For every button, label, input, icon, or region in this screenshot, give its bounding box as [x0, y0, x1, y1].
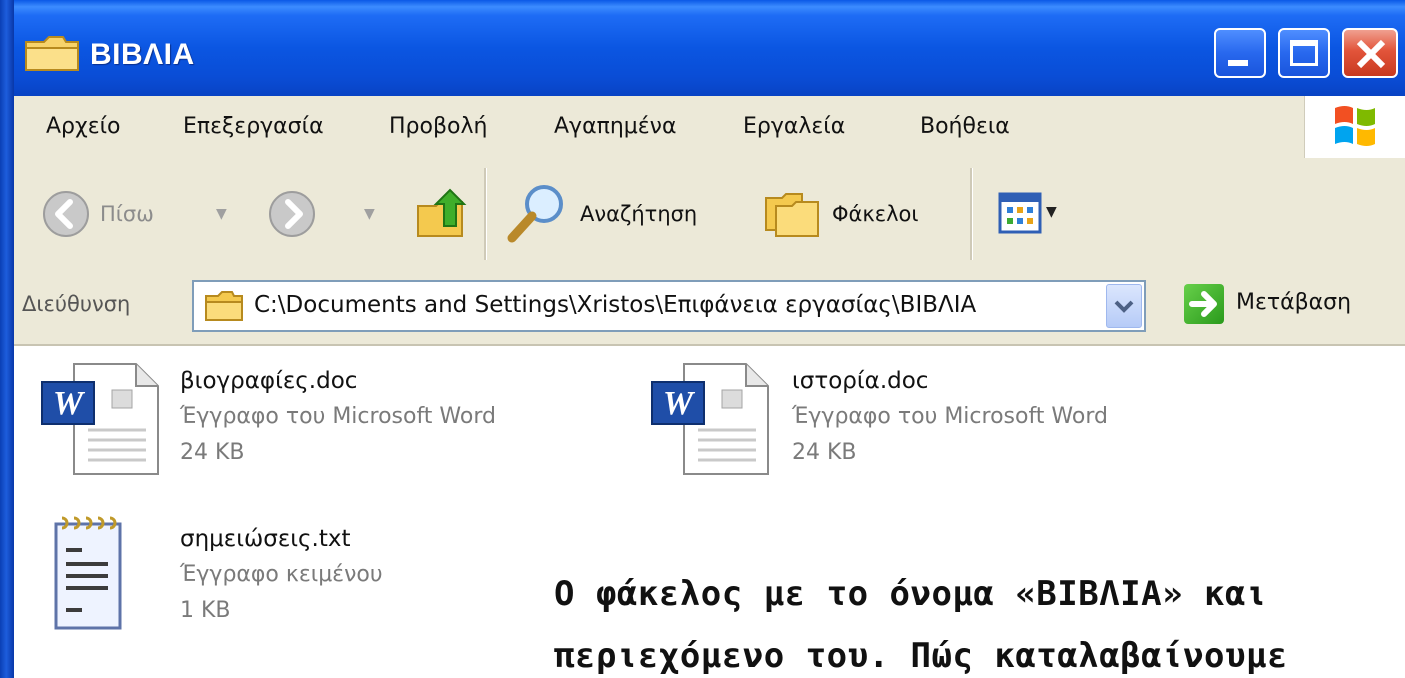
search-icon[interactable] [504, 180, 570, 246]
menu-help[interactable]: Βοήθεια [920, 114, 1010, 139]
file-name[interactable]: βιογραφίες.doc [180, 368, 357, 394]
text-document-icon [54, 516, 122, 630]
folder-icon [25, 36, 79, 71]
address-label: Διεύθυνση [22, 292, 131, 316]
caption-line: Ο φάκελος με το όνομα «ΒΙΒΛΙΑ» και [554, 574, 1267, 614]
toolbar-separator [484, 168, 487, 260]
views-icon[interactable] [998, 192, 1042, 234]
back-dropdown-icon[interactable]: ▼ [216, 206, 227, 222]
window-title: ΒΙΒΛΙΑ [90, 38, 195, 71]
menu-tools[interactable]: Εργαλεία [743, 114, 845, 139]
folders-button[interactable]: Φάκελοι [832, 202, 918, 226]
address-path: C:\Documents and Settings\Xristos\Επιφάν… [254, 292, 977, 318]
word-document-icon: W [651, 363, 769, 475]
file-type: Έγγραφο κειμένου [180, 562, 383, 587]
minimize-button[interactable] [1214, 28, 1266, 78]
menu-file[interactable]: Αρχείο [46, 114, 121, 139]
toolbar: Πίσω ▼ ▼ Αναζήτηση Φάκελοι ▼ [14, 158, 1405, 272]
go-label[interactable]: Μετάβαση [1236, 290, 1351, 315]
close-button[interactable] [1342, 28, 1398, 78]
word-document-icon: W [41, 363, 159, 475]
file-type: Έγγραφο του Microsoft Word [180, 404, 496, 429]
file-size: 24 KB [180, 440, 245, 465]
file-size: 24 KB [792, 440, 857, 465]
folder-up-icon[interactable] [414, 186, 470, 240]
back-arrow-icon[interactable] [42, 190, 90, 238]
windows-logo [1304, 96, 1405, 158]
windows-flag-icon [1335, 106, 1375, 146]
maximize-button[interactable] [1278, 28, 1330, 78]
title-bar[interactable]: ΒΙΒΛΙΑ [0, 0, 1405, 96]
menu-bar: Αρχείο Επεξεργασία Προβολή Αγαπημένα Εργ… [14, 96, 1405, 160]
file-type: Έγγραφο του Microsoft Word [792, 404, 1108, 429]
forward-dropdown-icon[interactable]: ▼ [364, 206, 375, 222]
menu-favorites[interactable]: Αγαπημένα [554, 114, 676, 139]
file-list: W βιογραφίες.doc Έγγραφο του Microsoft W… [14, 346, 1405, 678]
views-dropdown-icon[interactable]: ▼ [1046, 204, 1057, 220]
go-button[interactable] [1184, 284, 1224, 324]
caption-line: περιεχόμενο του. Πώς καταλαβαίνουμε [554, 636, 1288, 676]
search-button[interactable]: Αναζήτηση [580, 202, 697, 226]
window-frame-left [0, 0, 14, 678]
address-bar: Διεύθυνση C:\Documents and Settings\Xris… [14, 270, 1405, 346]
menu-edit[interactable]: Επεξεργασία [183, 114, 324, 139]
back-button-label[interactable]: Πίσω [100, 202, 154, 226]
toolbar-separator [970, 168, 973, 260]
address-dropdown-button[interactable] [1106, 284, 1142, 328]
address-field[interactable]: C:\Documents and Settings\Xristos\Επιφάν… [192, 280, 1146, 332]
folders-icon[interactable] [762, 188, 822, 240]
arrow-right-icon [1189, 291, 1217, 317]
forward-arrow-icon[interactable] [268, 190, 316, 238]
file-name[interactable]: σημειώσεις.txt [180, 526, 351, 552]
svg-text:W: W [53, 385, 86, 422]
file-name[interactable]: ιστορία.doc [792, 368, 928, 394]
explorer-window: ΒΙΒΛΙΑ Αρχείο Επεξεργασία Προβολή Αγαπημ… [0, 0, 1405, 678]
menu-view[interactable]: Προβολή [389, 114, 487, 139]
file-size: 1 KB [180, 598, 231, 623]
folder-icon [205, 291, 243, 321]
chevron-down-icon [1114, 300, 1134, 313]
svg-text:W: W [663, 385, 696, 422]
